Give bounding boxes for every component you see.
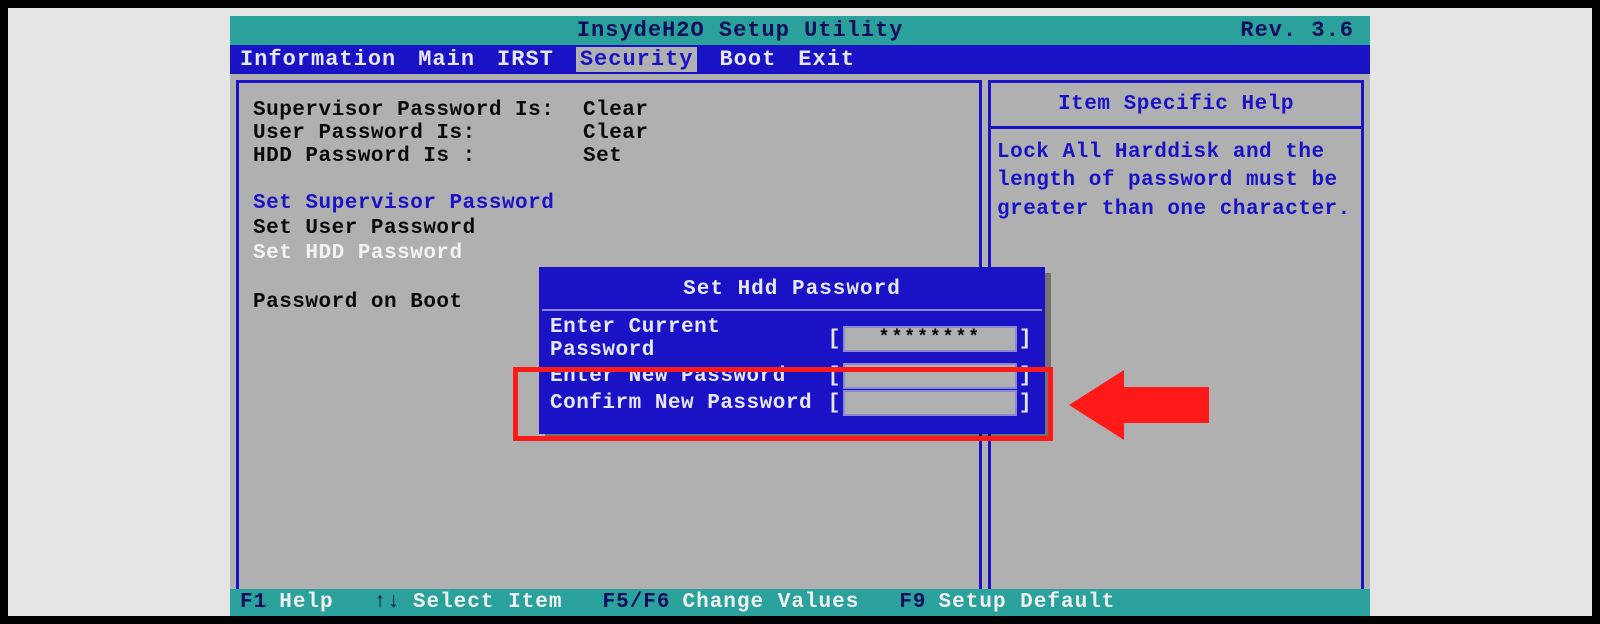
dialog-row-current: Enter Current Password [ ******** ] (550, 316, 1034, 362)
confirm-password-label: Confirm New Password (550, 392, 826, 415)
help-body: Lock All Harddisk and the length of pass… (991, 129, 1361, 234)
f56-key: F5/F6 (602, 591, 670, 614)
current-password-input[interactable]: ******** (843, 326, 1017, 352)
menu-set-supervisor-password[interactable]: Set Supervisor Password (253, 192, 965, 215)
status-row: User Password Is: Clear (253, 122, 965, 145)
status-label: User Password Is: (253, 122, 583, 145)
content-area: Supervisor Password Is: Clear User Passw… (230, 74, 1370, 604)
tab-security[interactable]: Security (576, 47, 698, 72)
tab-exit[interactable]: Exit (798, 47, 855, 72)
f1-key: F1 (240, 591, 267, 614)
arrows-key: ↑↓ (374, 591, 401, 614)
tab-boot[interactable]: Boot (719, 47, 776, 72)
bios-screen: InsydeH2O Setup Utility Rev. 3.6 Informa… (230, 16, 1370, 616)
f56-label: Change Values (683, 591, 860, 614)
new-password-input[interactable] (843, 363, 1017, 389)
main-panel: Supervisor Password Is: Clear User Passw… (236, 80, 982, 598)
status-value: Clear (583, 99, 649, 122)
status-label: HDD Password Is : (253, 145, 583, 168)
status-value: Clear (583, 122, 649, 145)
dialog-row-confirm: Confirm New Password [ ] (550, 390, 1034, 416)
app-title: InsydeH2O Setup Utility (240, 18, 1240, 43)
status-row: Supervisor Password Is: Clear (253, 99, 965, 122)
status-value: Set (583, 145, 622, 168)
menu-set-hdd-password[interactable]: Set HDD Password (253, 242, 965, 265)
current-password-label: Enter Current Password (550, 316, 826, 362)
status-label: Supervisor Password Is: (253, 99, 583, 122)
dialog-body: Enter Current Password [ ******** ] Ente… (542, 309, 1042, 431)
menu-set-user-password[interactable]: Set User Password (253, 217, 965, 240)
set-hdd-password-dialog: Set Hdd Password Enter Current Password … (539, 267, 1045, 434)
title-bar: InsydeH2O Setup Utility Rev. 3.6 (230, 16, 1370, 45)
f9-label: Setup Default (939, 591, 1116, 614)
revision-label: Rev. 3.6 (1240, 18, 1360, 43)
help-title: Item Specific Help (991, 83, 1361, 129)
menu-bar: Information Main IRST Security Boot Exit (230, 45, 1370, 74)
f9-key: F9 (899, 591, 926, 614)
tab-irst[interactable]: IRST (497, 47, 554, 72)
status-row: HDD Password Is : Set (253, 145, 965, 168)
tab-information[interactable]: Information (240, 47, 396, 72)
confirm-password-input[interactable] (843, 390, 1017, 416)
dialog-title: Set Hdd Password (542, 270, 1042, 309)
footer-bar: F1 Help ↑↓ Select Item F5/F6 Change Valu… (230, 589, 1370, 616)
arrows-label: Select Item (413, 591, 563, 614)
tab-main[interactable]: Main (418, 47, 475, 72)
new-password-label: Enter New Password (550, 365, 826, 388)
dialog-row-new: Enter New Password [ ] (550, 363, 1034, 389)
f1-label: Help (279, 591, 333, 614)
